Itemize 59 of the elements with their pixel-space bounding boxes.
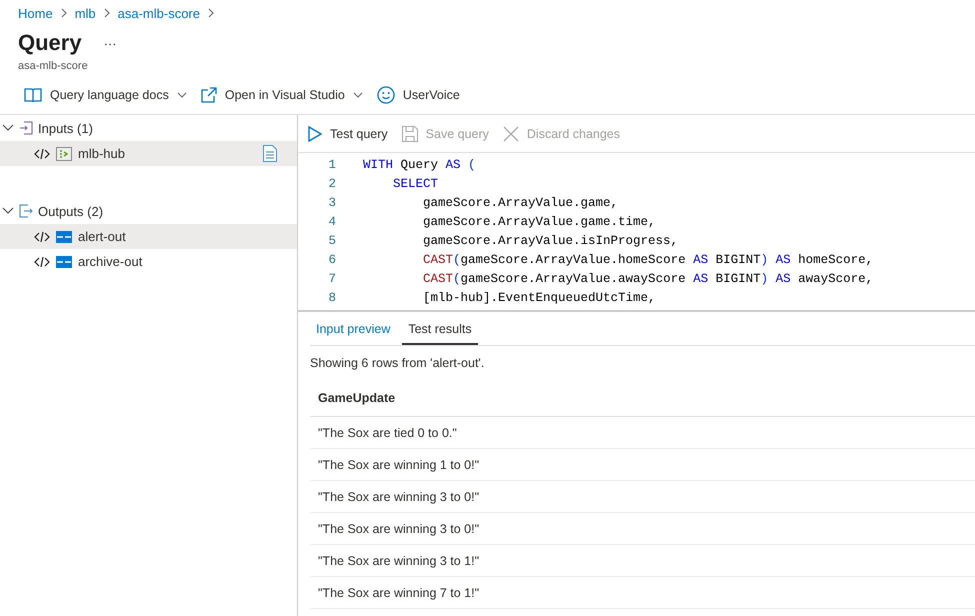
chevron-icon: [104, 8, 110, 18]
book-icon: [24, 87, 42, 103]
line-number: 2: [327, 176, 336, 190]
table-cell: "The Sox are winning 7 to 1!": [310, 577, 975, 609]
breadcrumb-link[interactable]: mlb: [74, 6, 96, 20]
breadcrumb-link[interactable]: Home: [18, 6, 53, 20]
close-icon: [502, 126, 519, 142]
tree-group[interactable]: Outputs (2): [0, 198, 297, 224]
line-number: 1: [327, 158, 336, 172]
code-icon: [34, 148, 50, 160]
code-line: gameScore.ArrayValue.game.time,: [422, 214, 656, 228]
tree-group[interactable]: Inputs (1): [0, 115, 297, 141]
smiley-icon: [376, 86, 395, 104]
chevron-icon: [208, 8, 214, 18]
code-icon: [34, 256, 50, 268]
tree-item[interactable]: alert-out: [0, 224, 297, 249]
chevron-icon: [60, 8, 67, 18]
line-number: 5: [327, 234, 336, 248]
more-button[interactable]: ···: [100, 36, 121, 50]
table-cell: "The Sox are tied 0 to 0.": [310, 417, 975, 449]
line-number: 3: [327, 196, 336, 210]
line-number: 7: [327, 272, 336, 286]
toolbar-button[interactable]: UserVoice: [376, 84, 460, 106]
editor-toolbar-button[interactable]: Test query: [308, 124, 388, 144]
code-line: [mlb-hub].EventEnqueuedUtcTime,: [422, 290, 656, 304]
code-line: CAST(gameScore.ArrayValue.awayScore AS BIGINT) AS awayScore,: [422, 272, 874, 286]
code-line: gameScore.ArrayValue.isInProgress,: [422, 234, 678, 248]
line-number: 8: [327, 290, 336, 304]
output-icon: [19, 204, 33, 218]
results-tab[interactable]: Test results: [402, 316, 478, 345]
save-icon: [402, 126, 418, 142]
page-title: Query: [18, 30, 82, 56]
toolbar-button[interactable]: Query language docs: [24, 84, 187, 106]
tree-item[interactable]: mlb-hub: [0, 141, 297, 166]
results-tab[interactable]: Input preview: [310, 316, 396, 345]
play-icon: [308, 126, 322, 142]
column-header: GameUpdate: [310, 380, 975, 417]
code-line: CAST(gameScore.ArrayValue.homeScore AS BIGINT) AS homeScore,: [422, 252, 874, 266]
breadcrumb-link[interactable]: asa-mlb-score: [118, 6, 200, 20]
table-cell: "The Sox are winning 1 to 0!": [310, 449, 975, 481]
line-number: 6: [327, 252, 336, 266]
line-number: 4: [327, 214, 336, 228]
tree-item[interactable]: archive-out: [0, 249, 297, 274]
page-subtitle: asa-mlb-score: [17, 59, 89, 72]
code-line: WITH Query AS (: [363, 158, 476, 172]
results-summary: Showing 6 rows from 'alert-out'.: [310, 355, 486, 370]
code-line: gameScore.ArrayValue.game,: [422, 196, 618, 210]
event-hub-icon: [56, 146, 72, 160]
code-line: SELECT: [392, 176, 438, 190]
document-icon[interactable]: [263, 145, 277, 162]
external-link-icon: [200, 87, 217, 103]
code-icon: [34, 230, 50, 242]
storage-table-icon: [56, 256, 72, 268]
table-cell: "The Sox are winning 3 to 0!": [310, 513, 975, 545]
table-cell: "The Sox are winning 3 to 0!": [310, 481, 975, 513]
table-cell: "The Sox are winning 3 to 1!": [310, 545, 975, 577]
input-icon: [19, 121, 33, 135]
toolbar-button[interactable]: Open in Visual Studio: [200, 84, 363, 106]
storage-table-icon: [56, 230, 72, 242]
